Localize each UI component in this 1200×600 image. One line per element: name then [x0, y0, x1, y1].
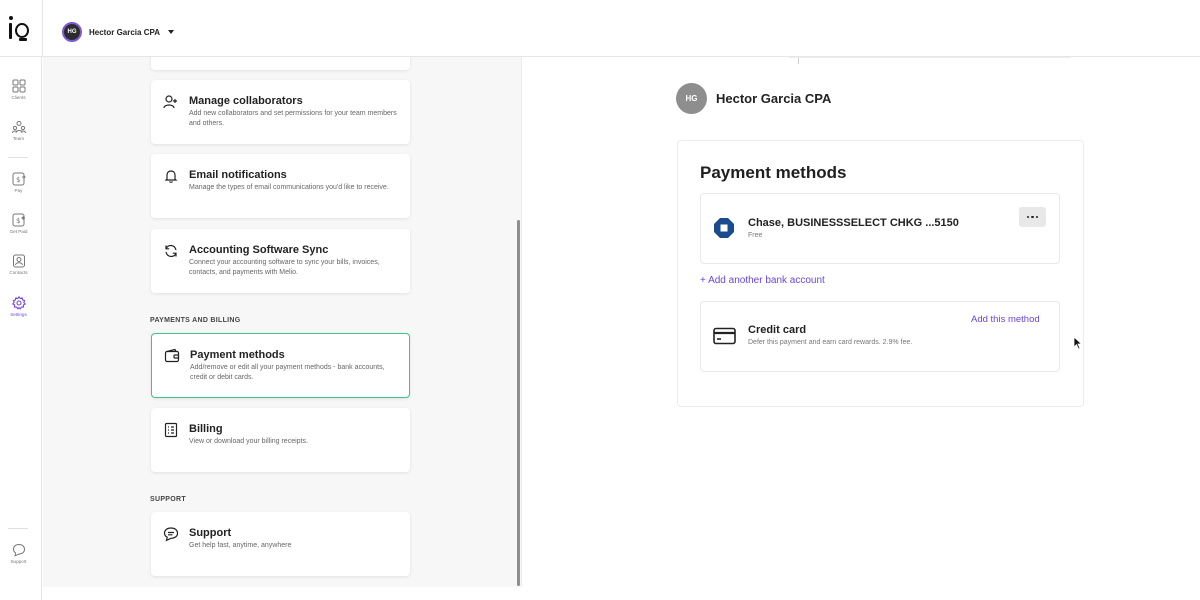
chat-icon — [163, 527, 179, 542]
card-title: Support — [189, 527, 232, 539]
nav-label: Get Paid — [9, 229, 28, 234]
wallet-icon — [164, 348, 180, 363]
nav-item-support[interactable]: Support — [0, 543, 37, 579]
chevron-down-icon — [168, 30, 174, 34]
nav-label: Team — [12, 136, 25, 141]
settings-card-partial[interactable] — [151, 57, 410, 70]
sync-icon — [165, 244, 177, 258]
more-dot — [1026, 215, 1030, 219]
app-logo[interactable] — [6, 14, 32, 44]
receipt-icon — [164, 422, 178, 438]
nav-label: Clients — [11, 95, 26, 100]
more-options-button[interactable] — [1019, 207, 1046, 227]
card-title: Billing — [189, 423, 223, 435]
bank-logo-icon — [714, 218, 734, 238]
divider — [789, 57, 1071, 58]
credit-card-icon — [713, 327, 736, 345]
settings-list-panel[interactable]: Manage collaborators Add new collaborato… — [43, 57, 522, 587]
org-name: Hector Garcia CPA — [89, 27, 160, 37]
credit-card-option[interactable] — [700, 301, 1060, 372]
nav-item-settings[interactable]: Settings — [0, 296, 37, 332]
settings-card-accounting-sync[interactable]: Accounting Software Sync Connect your ac… — [151, 229, 410, 293]
section-label-support: SUPPORT — [150, 496, 186, 503]
settings-card-manage-collaborators[interactable]: Manage collaborators Add new collaborato… — [151, 80, 410, 144]
add-credit-card-button[interactable]: Add this method — [971, 314, 1040, 325]
organization-switcher[interactable]: HG Hector Garcia CPA — [62, 22, 174, 42]
top-bar: HG Hector Garcia CPA — [0, 0, 1200, 57]
divider-tick — [798, 58, 799, 64]
more-dot — [1031, 215, 1034, 219]
nav-label: Contacts — [9, 270, 28, 275]
nav-divider — [8, 157, 28, 158]
bell-icon — [164, 170, 178, 183]
nav-rail: Clients Team $ Pay $ Get Paid Contacts S… — [0, 57, 42, 600]
nav-label: Pay — [14, 188, 23, 193]
card-description: View or download your billing receipts. — [189, 438, 308, 445]
logo-dot — [9, 16, 13, 20]
settings-card-email-notifications[interactable]: Email notifications Manage the types of … — [151, 154, 410, 218]
mouse-cursor-icon — [1073, 336, 1083, 350]
divider — [42, 0, 43, 57]
card-title: Accounting Software Sync — [189, 244, 329, 256]
nav-item-clients[interactable]: Clients — [0, 79, 37, 115]
scrollbar[interactable] — [517, 220, 520, 586]
card-description: Add new collaborators and set permission… — [189, 110, 397, 127]
nav-label: Settings — [10, 312, 27, 317]
nav-item-team[interactable]: Team — [0, 120, 37, 156]
section-label-payments: PAYMENTS AND BILLING — [150, 317, 241, 324]
logo-i — [9, 23, 12, 39]
card-title: Manage collaborators — [189, 95, 303, 107]
nav-item-pay[interactable]: $ Pay — [0, 172, 37, 208]
nav-divider — [8, 528, 28, 529]
card-title: Email notifications — [189, 169, 287, 181]
card-description: Get help fast, anytime, anywhere — [189, 542, 292, 549]
nav-item-get-paid[interactable]: $ Get Paid — [0, 213, 37, 249]
credit-card-description: Defer this payment and earn card rewards… — [748, 339, 913, 346]
logo-o — [15, 23, 29, 38]
get-paid-icon: $ — [12, 213, 25, 227]
card-title: Payment methods — [190, 349, 285, 361]
company-avatar: HG — [676, 83, 707, 114]
add-bank-account-link[interactable]: + Add another bank account — [700, 275, 825, 286]
settings-card-billing[interactable]: Billing View or download your billing re… — [151, 408, 410, 472]
bank-account-name: Chase, BUSINESSSELECT CHKG ...5150 — [748, 217, 959, 229]
more-dot — [1035, 215, 1039, 219]
svg-text:$: $ — [16, 217, 20, 225]
nav-label: Support — [10, 559, 27, 564]
org-avatar: HG — [62, 22, 82, 42]
card-description: Add/remove or edit all your payment meth… — [190, 364, 385, 381]
page-title: Payment methods — [700, 163, 847, 182]
logo-tail — [19, 38, 27, 41]
settings-card-payment-methods[interactable]: Payment methods Add/remove or edit all y… — [151, 333, 410, 398]
gear-icon — [11, 296, 26, 310]
card-description: Connect your accounting software to sync… — [189, 259, 380, 276]
nav-item-contacts[interactable]: Contacts — [0, 254, 37, 290]
credit-card-title: Credit card — [748, 324, 807, 336]
chat-icon — [12, 543, 25, 557]
bank-account-fee: Free — [748, 232, 763, 239]
contacts-icon — [12, 254, 25, 268]
svg-text:$: $ — [16, 176, 20, 184]
grid-icon — [12, 79, 25, 93]
add-user-icon — [163, 95, 177, 109]
pay-icon: $ — [12, 172, 26, 186]
card-description: Manage the types of email communications… — [189, 184, 389, 191]
team-icon — [11, 121, 26, 134]
company-name: Hector Garcia CPA — [716, 91, 832, 106]
settings-card-support[interactable]: Support Get help fast, anytime, anywhere — [151, 512, 410, 576]
